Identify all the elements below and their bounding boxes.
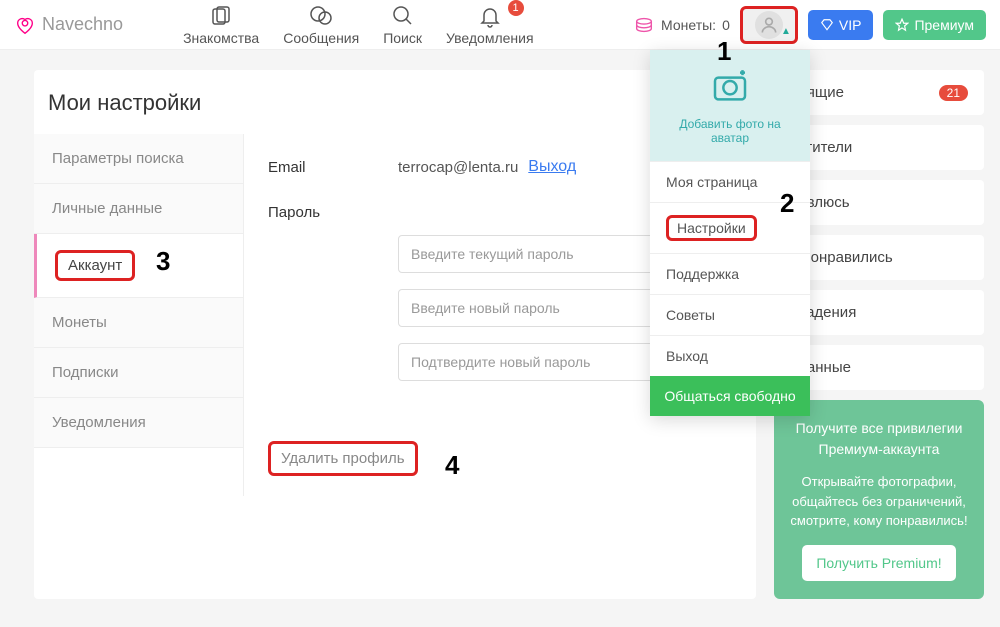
annotation-2: 2 <box>780 188 794 219</box>
nav-search[interactable]: Поиск <box>383 4 422 46</box>
main: Мои настройки Параметры поиска Личные да… <box>0 50 1000 599</box>
email-label: Email <box>268 159 398 176</box>
premium-button[interactable]: Премиум <box>883 10 986 40</box>
notif-badge: 1 <box>508 0 524 16</box>
delete-profile-button[interactable]: Удалить профиль <box>268 441 418 476</box>
logo[interactable]: Navechno <box>14 14 123 36</box>
annotation-4: 4 <box>445 450 459 481</box>
dropdown-chat-free[interactable]: Общаться свободно <box>650 376 810 416</box>
tab-account[interactable]: Аккаунт <box>34 234 243 298</box>
tab-coins[interactable]: Монеты <box>34 298 243 348</box>
top-nav: Знакомства Сообщения Поиск 1 Уведомления <box>183 4 533 46</box>
brand-name: Navechno <box>42 14 123 35</box>
bell-icon <box>478 4 502 28</box>
dropdown-support[interactable]: Поддержка <box>650 253 810 294</box>
promo-title: Получите все привилегии Премиум-аккаунта <box>788 418 970 460</box>
premium-promo: Получите все привилегии Премиум-аккаунта… <box>774 400 984 599</box>
new-password-input[interactable] <box>398 289 658 327</box>
get-premium-button[interactable]: Получить Premium! <box>802 545 955 581</box>
star-icon <box>895 18 909 32</box>
dropdown-logout[interactable]: Выход <box>650 335 810 376</box>
page-title: Мои настройки <box>34 90 756 134</box>
chevron-up-icon: ▲ <box>781 26 791 37</box>
camera-plus-icon <box>710 66 750 106</box>
annotation-3: 3 <box>156 246 170 277</box>
annotation-1: 1 <box>717 36 731 67</box>
tab-subs[interactable]: Подписки <box>34 348 243 398</box>
coins-display[interactable]: Монеты: 0 <box>633 14 730 36</box>
diamond-icon <box>820 18 834 32</box>
avatar-menu-trigger[interactable]: ▲ <box>740 6 798 44</box>
logout-link[interactable]: Выход <box>528 158 576 176</box>
avatar-dropdown: Добавить фото на аватар Моя страница Нас… <box>650 50 810 416</box>
settings-panel: Мои настройки Параметры поиска Личные да… <box>34 70 756 599</box>
incoming-badge: 21 <box>939 85 968 101</box>
header: Navechno Знакомства Сообщения Поиск 1 Ув… <box>0 0 1000 50</box>
nav-messages[interactable]: Сообщения <box>283 4 359 46</box>
tab-search-params[interactable]: Параметры поиска <box>34 134 243 184</box>
search-icon <box>391 4 415 28</box>
settings-body: Параметры поиска Личные данные Аккаунт М… <box>34 134 756 496</box>
dropdown-tips[interactable]: Советы <box>650 294 810 335</box>
coins-icon <box>633 14 655 36</box>
nav-notifications[interactable]: 1 Уведомления <box>446 4 534 46</box>
settings-tabs: Параметры поиска Личные данные Аккаунт М… <box>34 134 244 496</box>
heart-icon <box>14 14 36 36</box>
nav-dating[interactable]: Знакомства <box>183 4 259 46</box>
password-label: Пароль <box>268 204 398 221</box>
tab-personal[interactable]: Личные данные <box>34 184 243 234</box>
promo-text: Открывайте фотографии, общайтесь без огр… <box>788 472 970 531</box>
email-value: terrocap@lenta.ru <box>398 159 518 176</box>
cards-icon <box>209 4 233 28</box>
confirm-password-input[interactable] <box>398 343 658 381</box>
tab-notifications[interactable]: Уведомления <box>34 398 243 448</box>
current-password-input[interactable] <box>398 235 658 273</box>
header-right: Монеты: 0 ▲ VIP Премиум <box>633 6 986 44</box>
avatar-icon <box>755 11 783 39</box>
vip-button[interactable]: VIP <box>808 10 874 40</box>
chat-icon <box>309 4 333 28</box>
delete-row: Удалить профиль <box>268 441 732 476</box>
